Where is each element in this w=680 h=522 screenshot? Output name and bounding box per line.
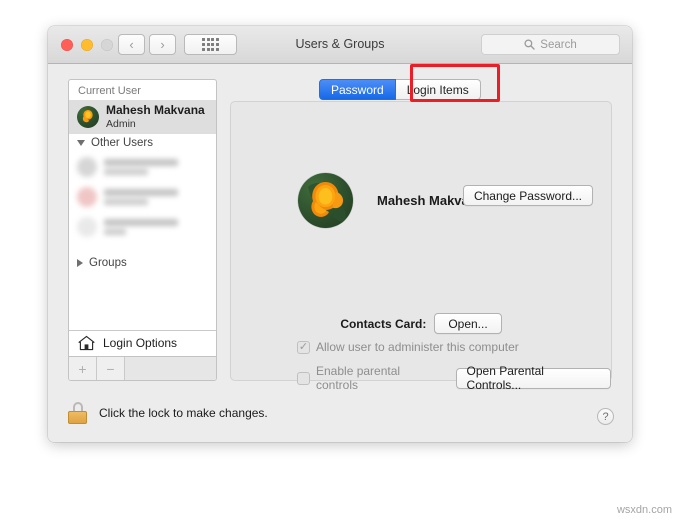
admin-checkbox[interactable]: ✓ xyxy=(297,340,310,354)
locked-padlock-icon[interactable] xyxy=(68,402,87,424)
search-input[interactable]: Search xyxy=(481,34,620,55)
current-user-header: Current User xyxy=(78,85,141,97)
check-icon: ✓ xyxy=(298,340,309,353)
current-user-name: Mahesh Makvana xyxy=(106,103,205,118)
groups-group-header[interactable]: Groups xyxy=(69,254,216,272)
change-password-button[interactable]: Change Password... xyxy=(462,185,593,206)
sidebar-item-current-user[interactable]: Mahesh Makvana Admin xyxy=(69,100,216,134)
search-placeholder: Search xyxy=(540,38,577,51)
avatar xyxy=(77,217,97,237)
parental-controls-checkbox[interactable] xyxy=(297,371,310,385)
current-user-avatar-icon xyxy=(77,106,99,128)
chevron-down-icon xyxy=(77,140,85,146)
user-avatar[interactable] xyxy=(298,173,353,228)
parental-controls-row: Enable parental controls Open Parental C… xyxy=(297,364,611,392)
chevron-right-icon xyxy=(77,259,83,267)
admin-checkbox-label: Allow user to administer this computer xyxy=(316,340,519,354)
sidebar-item-login-options[interactable]: Login Options xyxy=(69,330,216,355)
list-item-text xyxy=(104,219,178,235)
users-and-groups-window: ‹ › Users & Groups Search Current User M… xyxy=(48,26,632,442)
login-options-label: Login Options xyxy=(103,336,178,350)
contacts-card-label: Contacts Card: xyxy=(340,316,427,331)
open-contacts-card-button[interactable]: Open... xyxy=(434,313,502,334)
current-user-text: Mahesh Makvana Admin xyxy=(106,103,205,130)
home-icon xyxy=(78,335,95,351)
settings-tabs: Password Login Items xyxy=(319,79,481,100)
tab-password[interactable]: Password xyxy=(319,79,396,100)
user-profile: Mahesh Makvana xyxy=(298,173,484,228)
current-user-role: Admin xyxy=(106,117,136,130)
other-users-group-header[interactable]: Other Users xyxy=(69,134,216,152)
contacts-card-row: Contacts Card: Open... xyxy=(231,313,611,334)
list-item[interactable] xyxy=(69,212,216,242)
add-user-button[interactable]: + xyxy=(69,357,97,380)
list-item-text xyxy=(104,189,178,205)
sidebar-footer: + − xyxy=(69,356,216,380)
list-item-text xyxy=(104,159,178,175)
user-settings-panel: Mahesh Makvana Change Password... Contac… xyxy=(230,101,612,392)
remove-user-button[interactable]: − xyxy=(97,357,125,380)
other-users-label: Other Users xyxy=(91,137,153,149)
users-sidebar: Current User Mahesh Makvana Admin Other … xyxy=(68,79,217,381)
admin-checkbox-row: ✓ Allow user to administer this computer xyxy=(297,340,519,354)
lock-message: Click the lock to make changes. xyxy=(99,406,268,420)
tab-login-items[interactable]: Login Items xyxy=(395,79,481,100)
search-icon xyxy=(524,39,535,50)
window-body: Current User Mahesh Makvana Admin Other … xyxy=(48,64,632,442)
sidebar-scroll-area: Current User Mahesh Makvana Admin Other … xyxy=(69,80,216,333)
list-item[interactable] xyxy=(69,152,216,182)
avatar xyxy=(77,187,97,207)
lock-row: Click the lock to make changes. xyxy=(68,402,268,424)
open-parental-controls-button[interactable]: Open Parental Controls... xyxy=(455,364,611,392)
parental-controls-label: Enable parental controls xyxy=(316,364,401,392)
help-button[interactable]: ? xyxy=(597,408,614,425)
list-item[interactable] xyxy=(69,182,216,212)
avatar xyxy=(77,157,97,177)
watermark: wsxdn.com xyxy=(616,504,672,516)
groups-label: Groups xyxy=(89,257,127,269)
window-titlebar: ‹ › Users & Groups Search xyxy=(48,26,632,64)
